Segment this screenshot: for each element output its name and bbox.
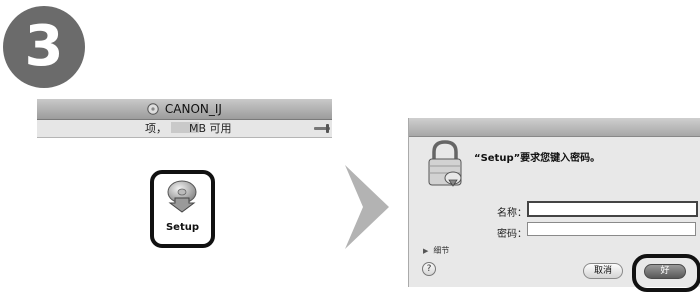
help-button[interactable]: ?	[422, 262, 436, 276]
finder-window: CANON_IJ 项， MB 可用	[37, 99, 332, 138]
setup-icon-label: Setup	[165, 222, 200, 233]
dialog-title-bar	[409, 118, 700, 137]
password-dialog: “Setup”要求您键入密码。 名称： 密码： ▶ 细节 ? 取消 好	[408, 118, 700, 292]
details-disclosure[interactable]: ▶ 细节	[423, 245, 449, 256]
disclosure-triangle-icon[interactable]: ▶	[423, 247, 428, 255]
password-prompt: “Setup”要求您键入密码。	[474, 153, 601, 164]
name-field[interactable]	[527, 201, 698, 217]
zoom-slider-knob[interactable]	[326, 124, 329, 133]
finder-title: CANON_IJ	[164, 102, 222, 116]
password-label: 密码：	[497, 229, 527, 240]
installer-disc-icon[interactable]	[165, 179, 199, 213]
next-arrow-icon	[345, 165, 389, 249]
disk-icon	[147, 103, 159, 115]
cancel-button[interactable]: 取消	[583, 263, 623, 279]
finder-title-bar: CANON_IJ	[37, 99, 332, 120]
details-label: 细节	[433, 246, 450, 255]
name-label: 名称：	[497, 208, 527, 219]
password-field[interactable]	[527, 222, 696, 236]
lock-icon	[428, 140, 462, 187]
setup-icon-highlight[interactable]: Setup	[150, 170, 215, 248]
free-space-text: MB 可用	[189, 122, 232, 135]
finder-status-bar: 项， MB 可用	[37, 120, 332, 138]
step-number-badge: 3	[3, 6, 85, 88]
ok-button[interactable]: 好	[644, 264, 686, 279]
